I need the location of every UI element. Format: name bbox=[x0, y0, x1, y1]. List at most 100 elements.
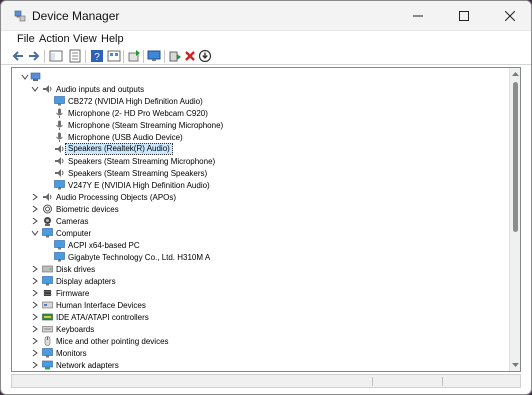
keyboard-icon bbox=[42, 326, 53, 333]
tree-item-label: Human Interface Devices bbox=[56, 301, 146, 310]
chevron-right-icon[interactable] bbox=[30, 275, 39, 287]
tree-category[interactable]: Audio Processing Objects (APOs) bbox=[12, 191, 508, 203]
tree-device[interactable]: Speakers (Realtek(R) Audio) bbox=[12, 143, 508, 155]
tree-item-label: Speakers (Steam Streaming Speakers) bbox=[68, 169, 208, 178]
forward-arrow-icon[interactable] bbox=[27, 49, 41, 63]
chevron-down-icon[interactable] bbox=[30, 227, 39, 239]
minimize-button[interactable] bbox=[395, 1, 441, 31]
tree-item-label: Network adapters bbox=[56, 361, 119, 370]
tree-view-icon[interactable] bbox=[49, 49, 63, 63]
device-manager-window: Device Manager File Action View Help ? A… bbox=[0, 0, 532, 395]
tree-item-label: Biometric devices bbox=[56, 205, 119, 214]
chevron-down-icon[interactable] bbox=[20, 71, 29, 83]
scroll-up-icon[interactable] bbox=[512, 71, 519, 77]
computer-icon bbox=[30, 72, 41, 81]
title-bar[interactable]: Device Manager bbox=[1, 1, 531, 31]
tree-item-label: IDE ATA/ATAPI controllers bbox=[56, 313, 149, 322]
maximize-button[interactable] bbox=[441, 1, 487, 31]
tree-category[interactable]: Display adapters bbox=[12, 275, 508, 287]
tree-item-label: V247Y E (NVIDIA High Definition Audio) bbox=[68, 181, 210, 190]
chevron-right-icon[interactable] bbox=[30, 287, 39, 299]
properties-sheet-icon[interactable] bbox=[68, 49, 82, 63]
tree-device[interactable]: Microphone (USB Audio Device) bbox=[12, 131, 508, 143]
tree-item-label: Speakers (Steam Streaming Microphone) bbox=[68, 157, 216, 166]
tree-item-label: Disk drives bbox=[56, 265, 96, 274]
monitor-icon bbox=[54, 96, 65, 106]
toolbar-separator bbox=[123, 50, 124, 63]
camera-icon bbox=[44, 217, 51, 226]
toolbar-separator bbox=[164, 50, 165, 63]
tree-category[interactable]: Mice and other pointing devices bbox=[12, 335, 508, 347]
monitor-icon bbox=[54, 180, 65, 190]
scan-hardware-icon[interactable] bbox=[147, 49, 161, 63]
menu-view[interactable]: View bbox=[73, 33, 97, 45]
tree-category[interactable]: Human Interface Devices bbox=[12, 299, 508, 311]
tree-category[interactable]: Network adapters bbox=[12, 359, 508, 371]
svg-text:?: ? bbox=[94, 52, 100, 63]
tree-category[interactable]: Disk drives bbox=[12, 263, 508, 275]
device-tree[interactable]: Audio inputs and outputs CB272 (NVIDIA Hi… bbox=[12, 68, 508, 371]
network-icon bbox=[42, 360, 53, 370]
chevron-right-icon[interactable] bbox=[30, 215, 39, 227]
tree-item-label: Speakers (Realtek(R) Audio) bbox=[65, 143, 173, 155]
tree-device[interactable]: Speakers (Steam Streaming Speakers) bbox=[12, 167, 508, 179]
chevron-right-icon[interactable] bbox=[30, 203, 39, 215]
close-icon bbox=[505, 11, 515, 21]
scroll-down-icon[interactable] bbox=[512, 362, 519, 368]
tree-device[interactable]: CB272 (NVIDIA High Definition Audio) bbox=[12, 95, 508, 107]
tree-category[interactable]: Computer bbox=[12, 227, 508, 239]
close-button[interactable] bbox=[487, 1, 531, 31]
chevron-right-icon[interactable] bbox=[30, 359, 39, 371]
tree-item-label: Gigabyte Technology Co., Ltd. H310M A bbox=[68, 253, 211, 262]
back-arrow-icon[interactable] bbox=[11, 49, 25, 63]
show-hidden-icon[interactable] bbox=[107, 49, 121, 63]
chevron-down-icon[interactable] bbox=[30, 83, 39, 95]
vertical-scrollbar[interactable] bbox=[509, 68, 520, 371]
toolbar-separator bbox=[143, 50, 144, 63]
chevron-right-icon[interactable] bbox=[30, 263, 39, 275]
chevron-right-icon[interactable] bbox=[30, 335, 39, 347]
status-divider bbox=[372, 377, 373, 386]
chevron-right-icon[interactable] bbox=[30, 323, 39, 335]
speaker-icon bbox=[43, 193, 52, 201]
uninstall-device-icon[interactable] bbox=[183, 49, 197, 63]
tree-category[interactable]: Biometric devices bbox=[12, 203, 508, 215]
disable-device-icon[interactable] bbox=[198, 49, 212, 63]
tree-device[interactable]: Gigabyte Technology Co., Ltd. H310M A bbox=[12, 251, 508, 263]
tree-root[interactable] bbox=[12, 71, 508, 83]
tree-device[interactable]: Microphone (2- HD Pro Webcam C920) bbox=[12, 107, 508, 119]
speaker-icon bbox=[43, 85, 52, 93]
status-divider bbox=[442, 377, 443, 386]
tree-category[interactable]: Audio inputs and outputs bbox=[12, 83, 508, 95]
tree-device[interactable]: Speakers (Steam Streaming Microphone) bbox=[12, 155, 508, 167]
menu-file[interactable]: File bbox=[17, 33, 35, 45]
tree-device[interactable]: V247Y E (NVIDIA High Definition Audio) bbox=[12, 179, 508, 191]
tree-category[interactable]: Monitors bbox=[12, 347, 508, 359]
device-tree-pane: Audio inputs and outputs CB272 (NVIDIA Hi… bbox=[11, 67, 521, 372]
tree-category[interactable]: IDE ATA/ATAPI controllers bbox=[12, 311, 508, 323]
tree-category[interactable]: Keyboards bbox=[12, 323, 508, 335]
menu-action[interactable]: Action bbox=[39, 33, 70, 45]
chevron-right-icon[interactable] bbox=[30, 191, 39, 203]
tree-category[interactable]: Firmware bbox=[12, 287, 508, 299]
enable-device-icon[interactable] bbox=[168, 49, 182, 63]
chevron-right-icon[interactable] bbox=[30, 347, 39, 359]
chevron-right-icon[interactable] bbox=[30, 311, 39, 323]
scroll-thumb[interactable] bbox=[513, 82, 518, 232]
help-icon[interactable]: ? bbox=[90, 49, 104, 63]
tree-device[interactable]: Microphone (Steam Streaming Microphone) bbox=[12, 119, 508, 131]
microphone-icon bbox=[56, 132, 63, 142]
chevron-right-icon[interactable] bbox=[30, 299, 39, 311]
update-driver-icon[interactable] bbox=[127, 49, 141, 63]
toolbar-separator bbox=[85, 50, 86, 63]
maximize-icon bbox=[459, 11, 469, 21]
speaker-icon bbox=[55, 145, 64, 153]
tree-category[interactable]: Cameras bbox=[12, 215, 508, 227]
tree-item-label: Keyboards bbox=[56, 325, 95, 334]
window-title: Device Manager bbox=[32, 9, 120, 23]
menu-help[interactable]: Help bbox=[101, 33, 124, 45]
tree-device[interactable]: ACPI x64-based PC bbox=[12, 239, 508, 251]
tree-item-label: Display adapters bbox=[56, 277, 116, 286]
ide-icon bbox=[42, 313, 53, 321]
tree-item-label: Audio Processing Objects (APOs) bbox=[56, 193, 177, 202]
